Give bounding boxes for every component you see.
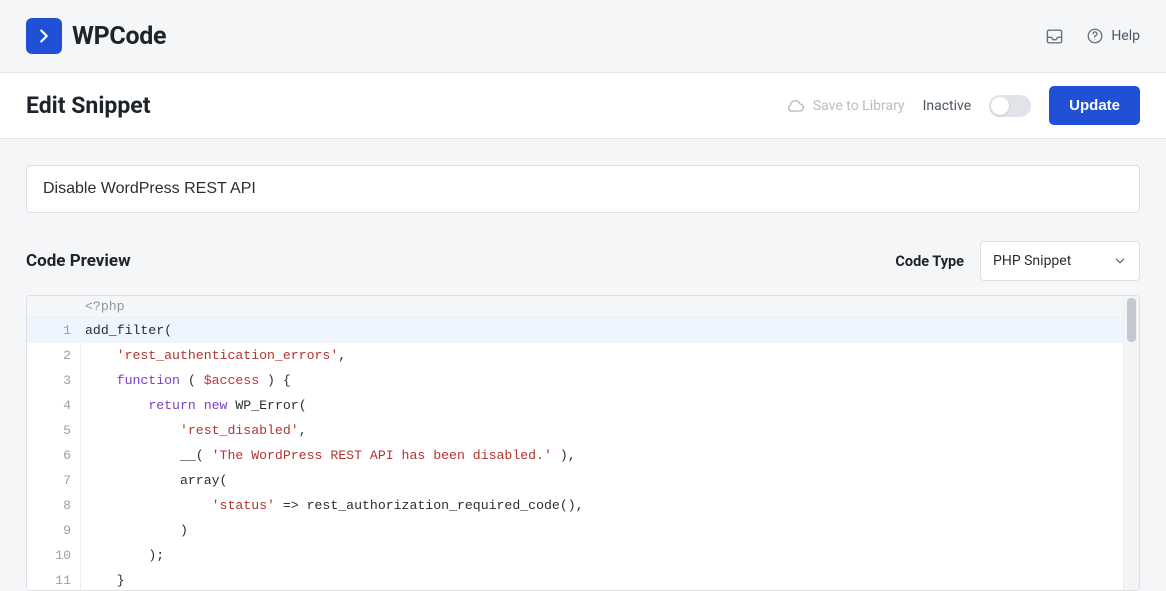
active-toggle[interactable] <box>989 95 1031 117</box>
code-text: __( 'The WordPress REST API has been dis… <box>81 443 576 468</box>
app-bar: WPCode Help <box>0 0 1166 73</box>
help-label: Help <box>1111 28 1140 44</box>
brand-name: WPCode <box>72 22 166 51</box>
status-label: Inactive <box>923 98 972 114</box>
line-number: 7 <box>27 468 81 493</box>
editor-readonly-line: <?php <box>27 296 1123 318</box>
line-number: 1 <box>27 318 81 343</box>
code-text: 'status' => rest_authorization_required_… <box>81 493 584 518</box>
code-line: 9 ) <box>27 518 1123 543</box>
code-line: 5 'rest_disabled', <box>27 418 1123 443</box>
code-line: 2 'rest_authentication_errors', <box>27 343 1123 368</box>
code-text: add_filter( <box>81 318 172 343</box>
scrollbar-thumb[interactable] <box>1127 298 1136 342</box>
editor-scrollbar[interactable] <box>1123 296 1139 590</box>
code-line: 4 return new WP_Error( <box>27 393 1123 418</box>
help-icon <box>1086 27 1104 45</box>
page-title: Edit Snippet <box>26 92 150 119</box>
code-preview-heading: Code Preview <box>26 251 131 271</box>
line-number: 11 <box>27 568 81 591</box>
code-text: ) <box>81 518 188 543</box>
line-number: 2 <box>27 343 81 368</box>
line-number: 5 <box>27 418 81 443</box>
code-editor[interactable]: <?php 1 add_filter( 2 'rest_authenticati… <box>26 295 1140 591</box>
page-actions: Save to Library Inactive Update <box>786 86 1140 125</box>
code-line: 11 } <box>27 568 1123 591</box>
code-line: 8 'status' => rest_authorization_require… <box>27 493 1123 518</box>
code-text: ); <box>81 543 164 568</box>
save-to-library-label: Save to Library <box>813 98 905 114</box>
snippet-title-input[interactable] <box>26 165 1140 213</box>
toggle-knob <box>991 97 1009 115</box>
code-text: array( <box>81 468 227 493</box>
code-preview-section-header: Code Preview Code Type PHP Snippet <box>26 241 1140 281</box>
code-line: 7 array( <box>27 468 1123 493</box>
line-number: 8 <box>27 493 81 518</box>
help-button[interactable]: Help <box>1086 27 1140 45</box>
code-line: 3 function ( $access ) { <box>27 368 1123 393</box>
line-number: 6 <box>27 443 81 468</box>
line-number: 4 <box>27 393 81 418</box>
code-text: } <box>81 568 125 591</box>
cloud-icon <box>786 96 805 115</box>
save-to-library-button[interactable]: Save to Library <box>786 96 905 115</box>
code-line: 10 ); <box>27 543 1123 568</box>
line-number: 10 <box>27 543 81 568</box>
code-type-group: Code Type PHP Snippet <box>895 241 1140 281</box>
content-area: Code Preview Code Type PHP Snippet <?php… <box>0 139 1166 591</box>
code-type-select[interactable]: PHP Snippet <box>980 241 1140 281</box>
line-number: 3 <box>27 368 81 393</box>
page-bar: Edit Snippet Save to Library Inactive Up… <box>0 73 1166 139</box>
chevron-down-icon <box>1113 254 1127 268</box>
code-type-label: Code Type <box>895 253 964 270</box>
code-text: function ( $access ) { <box>81 368 291 393</box>
code-text: 'rest_authentication_errors', <box>81 343 346 368</box>
editor-body: <?php 1 add_filter( 2 'rest_authenticati… <box>27 296 1123 590</box>
brand-logo-icon <box>26 18 62 54</box>
inbox-icon[interactable] <box>1045 27 1064 46</box>
line-number: 9 <box>27 518 81 543</box>
code-line: 1 add_filter( <box>27 318 1123 343</box>
code-line: 6 __( 'The WordPress REST API has been d… <box>27 443 1123 468</box>
appbar-actions: Help <box>1045 27 1140 46</box>
code-text: return new WP_Error( <box>81 393 307 418</box>
update-button[interactable]: Update <box>1049 86 1140 125</box>
code-text: 'rest_disabled', <box>81 418 307 443</box>
code-type-value: PHP Snippet <box>993 253 1071 269</box>
brand: WPCode <box>26 18 166 54</box>
